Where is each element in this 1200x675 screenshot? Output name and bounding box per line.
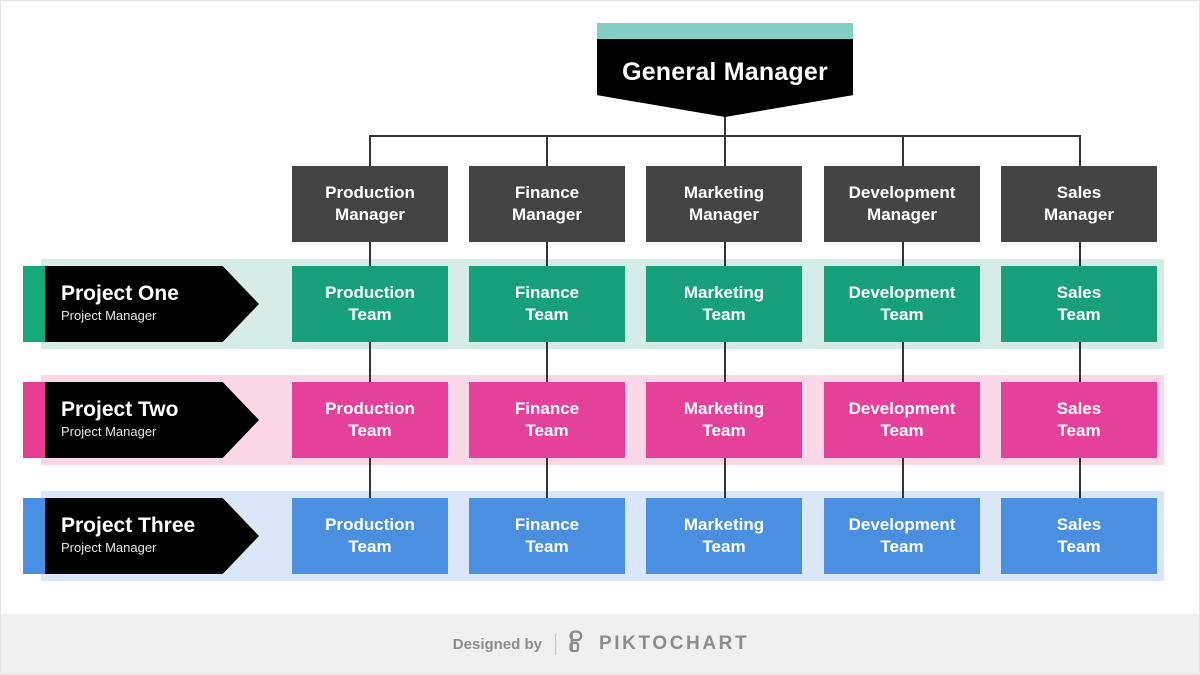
team-label-line2: Team (525, 421, 569, 440)
manager-node-marketing[interactable]: Marketing Manager (646, 166, 802, 242)
manager-label-line1: Production (325, 183, 415, 203)
team-label-line2: Team (348, 305, 392, 324)
team-node-two-development[interactable]: Development Team (824, 382, 980, 458)
team-label-line2: Team (702, 537, 746, 556)
team-label-line2: Team (1057, 305, 1101, 324)
general-manager-node[interactable]: General Manager (597, 23, 853, 117)
team-label-line1: Production (325, 399, 415, 419)
project-label-two[interactable]: Project Two Project Manager (23, 382, 259, 458)
project-pennant-one: Project One Project Manager (45, 266, 259, 342)
team-label-line2: Team (1057, 537, 1101, 556)
team-label-line1: Production (325, 515, 415, 535)
footer-bar: Designed by PIKTOCHART (1, 614, 1199, 674)
team-label-line1: Finance (514, 515, 580, 535)
footer-brand-wordmark: PIKTOCHART (598, 633, 750, 654)
team-node-one-marketing[interactable]: Marketing Team (646, 266, 802, 342)
project-accent-bar-two (23, 382, 45, 458)
team-label-line2: Team (525, 305, 569, 324)
team-label-line2: Team (1057, 421, 1101, 440)
general-manager-banner: General Manager (597, 39, 853, 117)
project-title-three: Project Three (61, 514, 196, 538)
manager-label-line2: Manager (512, 205, 582, 224)
team-label-line1: Sales (1056, 515, 1102, 535)
team-node-two-sales[interactable]: Sales Team (1001, 382, 1157, 458)
footer-designed-by-label: Designed by (452, 635, 542, 653)
team-node-three-finance[interactable]: Finance Team (469, 498, 625, 574)
manager-node-finance[interactable]: Finance Manager (469, 166, 625, 242)
manager-label-line1: Development (848, 183, 956, 203)
team-node-three-production[interactable]: Production Team (292, 498, 448, 574)
manager-label-line1: Sales (1056, 183, 1102, 203)
team-label-line1: Development (848, 515, 956, 535)
team-label-line1: Marketing (683, 283, 765, 303)
team-label-line1: Sales (1056, 283, 1102, 303)
project-subtitle-three: Project Manager (61, 540, 157, 556)
team-label-line2: Team (348, 537, 392, 556)
project-subtitle-one: Project Manager (61, 308, 157, 324)
team-label-line2: Team (702, 305, 746, 324)
team-node-three-marketing[interactable]: Marketing Team (646, 498, 802, 574)
team-node-three-development[interactable]: Development Team (824, 498, 980, 574)
project-accent-bar-one (23, 266, 45, 342)
project-pennant-two: Project Two Project Manager (45, 382, 259, 458)
manager-node-sales[interactable]: Sales Manager (1001, 166, 1157, 242)
team-label-line1: Finance (514, 283, 580, 303)
team-label-line1: Marketing (683, 515, 765, 535)
team-node-one-sales[interactable]: Sales Team (1001, 266, 1157, 342)
manager-node-production[interactable]: Production Manager (292, 166, 448, 242)
project-title-two: Project Two (61, 398, 179, 422)
team-node-one-finance[interactable]: Finance Team (469, 266, 625, 342)
manager-label-line2: Manager (867, 205, 937, 224)
general-manager-label: General Manager (622, 58, 828, 86)
team-node-one-production[interactable]: Production Team (292, 266, 448, 342)
project-title-one: Project One (61, 282, 179, 306)
footer-brand[interactable]: PIKTOCHART (569, 630, 749, 658)
team-label-line2: Team (880, 421, 924, 440)
team-label-line1: Finance (514, 399, 580, 419)
project-label-three[interactable]: Project Three Project Manager (23, 498, 259, 574)
team-label-line2: Team (880, 537, 924, 556)
team-label-line1: Sales (1056, 399, 1102, 419)
manager-label-line1: Marketing (683, 183, 765, 203)
project-subtitle-two: Project Manager (61, 424, 157, 440)
team-label-line2: Team (880, 305, 924, 324)
team-node-two-production[interactable]: Production Team (292, 382, 448, 458)
footer-divider (554, 633, 556, 655)
team-label-line2: Team (702, 421, 746, 440)
piktochart-logo-icon (569, 630, 590, 658)
team-label-line1: Development (848, 283, 956, 303)
manager-label-line1: Finance (514, 183, 580, 203)
project-accent-bar-three (23, 498, 45, 574)
footer-attribution: Designed by PIKTOCHART (453, 630, 749, 658)
team-label-line2: Team (348, 421, 392, 440)
manager-label-line2: Manager (1044, 205, 1114, 224)
team-label-line1: Development (848, 399, 956, 419)
manager-label-line2: Manager (689, 205, 759, 224)
team-label-line1: Marketing (683, 399, 765, 419)
team-node-three-sales[interactable]: Sales Team (1001, 498, 1157, 574)
team-label-line1: Production (325, 283, 415, 303)
manager-label-line2: Manager (335, 205, 405, 224)
team-node-two-marketing[interactable]: Marketing Team (646, 382, 802, 458)
project-label-one[interactable]: Project One Project Manager (23, 266, 259, 342)
team-label-line2: Team (525, 537, 569, 556)
team-node-two-finance[interactable]: Finance Team (469, 382, 625, 458)
team-node-one-development[interactable]: Development Team (824, 266, 980, 342)
project-pennant-three: Project Three Project Manager (45, 498, 259, 574)
org-chart-canvas: General Manager Production Manager Finan… (0, 0, 1200, 675)
general-manager-accent-bar (597, 23, 853, 39)
manager-node-development[interactable]: Development Manager (824, 166, 980, 242)
